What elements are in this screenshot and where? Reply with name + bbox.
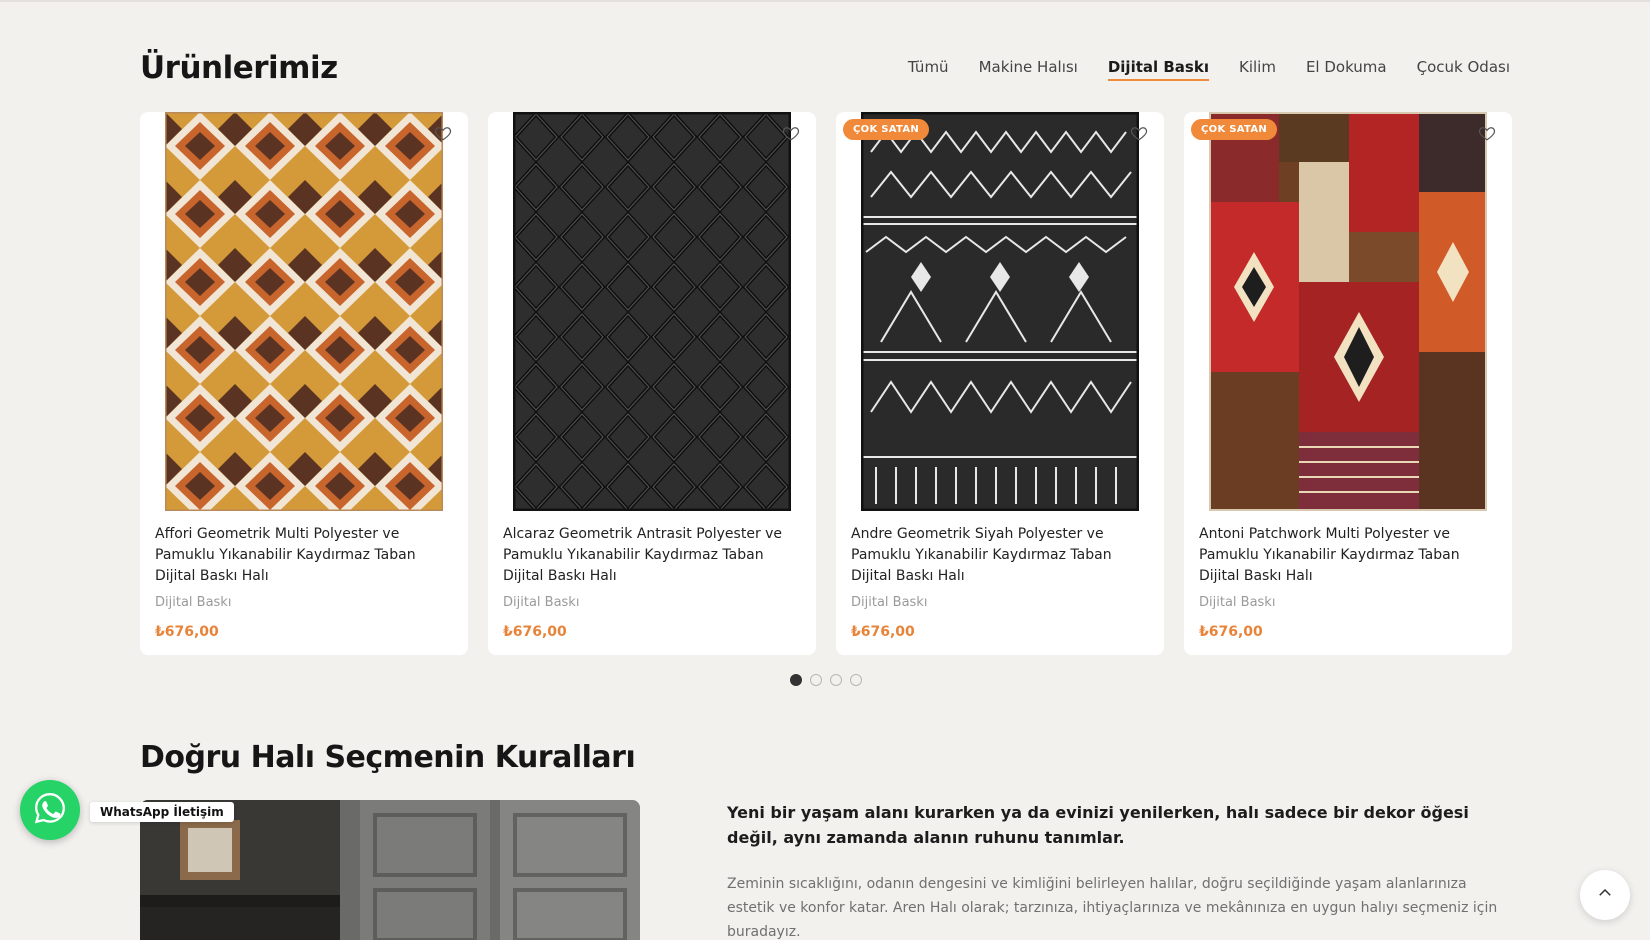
- product-category[interactable]: Dijital Baskı: [155, 595, 231, 610]
- carousel-dot-3[interactable]: [830, 674, 842, 686]
- product-category[interactable]: Dijital Baskı: [1199, 595, 1275, 610]
- tab-makine-halisi[interactable]: Makine Halısı: [979, 58, 1078, 81]
- product-category[interactable]: Dijital Baskı: [503, 595, 579, 610]
- product-card[interactable]: ÇOK SATAN Andre Geometrik Siyah Polyeste…: [836, 112, 1164, 655]
- tab-cocuk-odasi[interactable]: Çocuk Odası: [1417, 58, 1510, 81]
- whatsapp-icon: [33, 791, 67, 829]
- product-price: ₺676,00: [1199, 624, 1263, 640]
- product-image[interactable]: [513, 112, 791, 511]
- product-price: ₺676,00: [851, 624, 915, 640]
- tab-tumu[interactable]: Tümü: [908, 58, 949, 81]
- product-title[interactable]: Alcaraz Geometrik Antrasit Polyester ve …: [503, 524, 801, 587]
- wishlist-heart-icon[interactable]: [1476, 122, 1498, 144]
- bestseller-badge: ÇOK SATAN: [843, 119, 930, 140]
- product-card[interactable]: ÇOK SATAN Antoni Patchwork Multi Polyest…: [1184, 112, 1512, 655]
- top-divider: [0, 0, 1650, 2]
- guide-lead: Yeni bir yaşam alanı kurarken ya da evin…: [727, 803, 1469, 847]
- tab-el-dokuma[interactable]: El Dokuma: [1306, 58, 1387, 81]
- product-image[interactable]: [861, 112, 1139, 511]
- product-title[interactable]: Andre Geometrik Siyah Polyester ve Pamuk…: [851, 524, 1149, 587]
- product-carousel: Affori Geometrik Multi Polyester ve Pamu…: [140, 112, 1512, 655]
- bestseller-badge: ÇOK SATAN: [1191, 119, 1278, 140]
- product-price: ₺676,00: [155, 624, 219, 640]
- product-card[interactable]: Alcaraz Geometrik Antrasit Polyester ve …: [488, 112, 816, 655]
- scroll-to-top-button[interactable]: [1580, 870, 1630, 920]
- product-image[interactable]: [1209, 112, 1487, 511]
- chevron-up-icon: [1596, 884, 1614, 906]
- category-tabs: Tümü Makine Halısı Dijital Baskı Kilim E…: [908, 58, 1510, 81]
- product-title[interactable]: Antoni Patchwork Multi Polyester ve Pamu…: [1199, 524, 1497, 587]
- carousel-pagination: [790, 674, 862, 686]
- section-title: Ürünlerimiz: [140, 50, 338, 86]
- product-title[interactable]: Affori Geometrik Multi Polyester ve Pamu…: [155, 524, 453, 587]
- carousel-dot-4[interactable]: [850, 674, 862, 686]
- tab-kilim[interactable]: Kilim: [1239, 58, 1276, 81]
- guide-paragraph: Zeminin sıcaklığını, odanın dengesini ve…: [727, 876, 1498, 940]
- carousel-dot-1[interactable]: [790, 674, 802, 686]
- wishlist-heart-icon[interactable]: [432, 122, 454, 144]
- product-image[interactable]: [165, 112, 443, 511]
- guide-title: Doğru Halı Seçmenin Kuralları: [140, 740, 636, 775]
- product-card[interactable]: Affori Geometrik Multi Polyester ve Pamu…: [140, 112, 468, 655]
- carousel-dot-2[interactable]: [810, 674, 822, 686]
- whatsapp-label[interactable]: WhatsApp İletişim: [90, 802, 234, 822]
- product-category[interactable]: Dijital Baskı: [851, 595, 927, 610]
- wishlist-heart-icon[interactable]: [780, 122, 802, 144]
- product-price: ₺676,00: [503, 624, 567, 640]
- tab-dijital-baski[interactable]: Dijital Baskı: [1107, 58, 1209, 81]
- whatsapp-button[interactable]: [20, 780, 80, 840]
- wishlist-heart-icon[interactable]: [1128, 122, 1150, 144]
